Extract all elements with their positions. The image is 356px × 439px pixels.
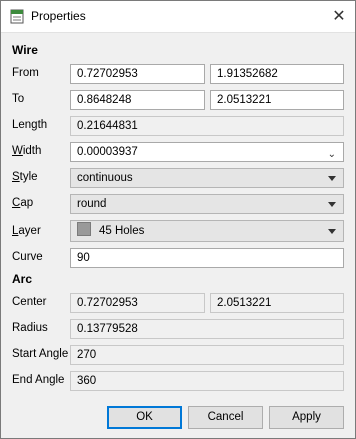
- properties-dialog: Properties ✕ Wire From 0.72702953 1.9135…: [0, 0, 356, 439]
- length-field: 0.21644831: [70, 116, 344, 136]
- layer-dropdown[interactable]: 45 Holes: [70, 220, 344, 242]
- start-angle-label: Start Angle: [12, 348, 69, 360]
- style-value: continuous: [77, 172, 133, 184]
- end-angle-field: 360: [70, 371, 344, 391]
- center-y-field: 2.0513221: [210, 293, 344, 313]
- close-button[interactable]: ✕: [323, 1, 355, 32]
- layer-color-swatch: [77, 222, 91, 236]
- curve-field[interactable]: 90: [70, 248, 344, 268]
- to-x-field[interactable]: 0.8648248: [70, 90, 205, 110]
- cancel-button[interactable]: Cancel: [188, 406, 263, 429]
- curve-label: Curve: [12, 251, 43, 263]
- ok-button[interactable]: OK: [107, 406, 182, 429]
- cap-label: Cap: [12, 197, 34, 209]
- chevron-down-icon[interactable]: ⌄: [328, 146, 336, 164]
- center-x-field: 0.72702953: [70, 293, 205, 313]
- to-label: To: [12, 93, 25, 105]
- apply-button[interactable]: Apply: [269, 406, 344, 429]
- dropdown-arrow-icon: [328, 202, 336, 207]
- window-title: Properties: [31, 9, 86, 23]
- to-y-field[interactable]: 2.0513221: [210, 90, 344, 110]
- from-y-field[interactable]: 1.91352682: [210, 64, 344, 84]
- style-dropdown[interactable]: continuous: [70, 168, 344, 188]
- end-angle-label: End Angle: [12, 374, 65, 386]
- radius-label: Radius: [12, 322, 48, 334]
- from-x-field[interactable]: 0.72702953: [70, 64, 205, 84]
- center-label: Center: [12, 296, 47, 308]
- wire-section-header: Wire: [12, 43, 38, 57]
- cap-value: round: [77, 198, 107, 210]
- layer-label: Layer: [12, 225, 41, 237]
- radius-field: 0.13779528: [70, 319, 344, 339]
- arc-section-header: Arc: [12, 272, 33, 286]
- from-label: From: [12, 67, 39, 79]
- width-label: Width: [12, 145, 42, 157]
- start-angle-field: 270: [70, 345, 344, 365]
- width-value: 0.00003937: [77, 146, 138, 158]
- width-combobox[interactable]: 0.00003937 ⌄: [70, 142, 344, 162]
- layer-value: 45 Holes: [99, 225, 145, 237]
- style-label: Style: [12, 171, 38, 183]
- app-icon: [10, 9, 24, 24]
- dropdown-arrow-icon: [328, 176, 336, 181]
- title-bar: Properties ✕: [1, 1, 355, 33]
- close-icon: ✕: [332, 8, 346, 25]
- length-label: Length: [12, 119, 48, 131]
- cap-dropdown[interactable]: round: [70, 194, 344, 214]
- dropdown-arrow-icon: [328, 229, 336, 234]
